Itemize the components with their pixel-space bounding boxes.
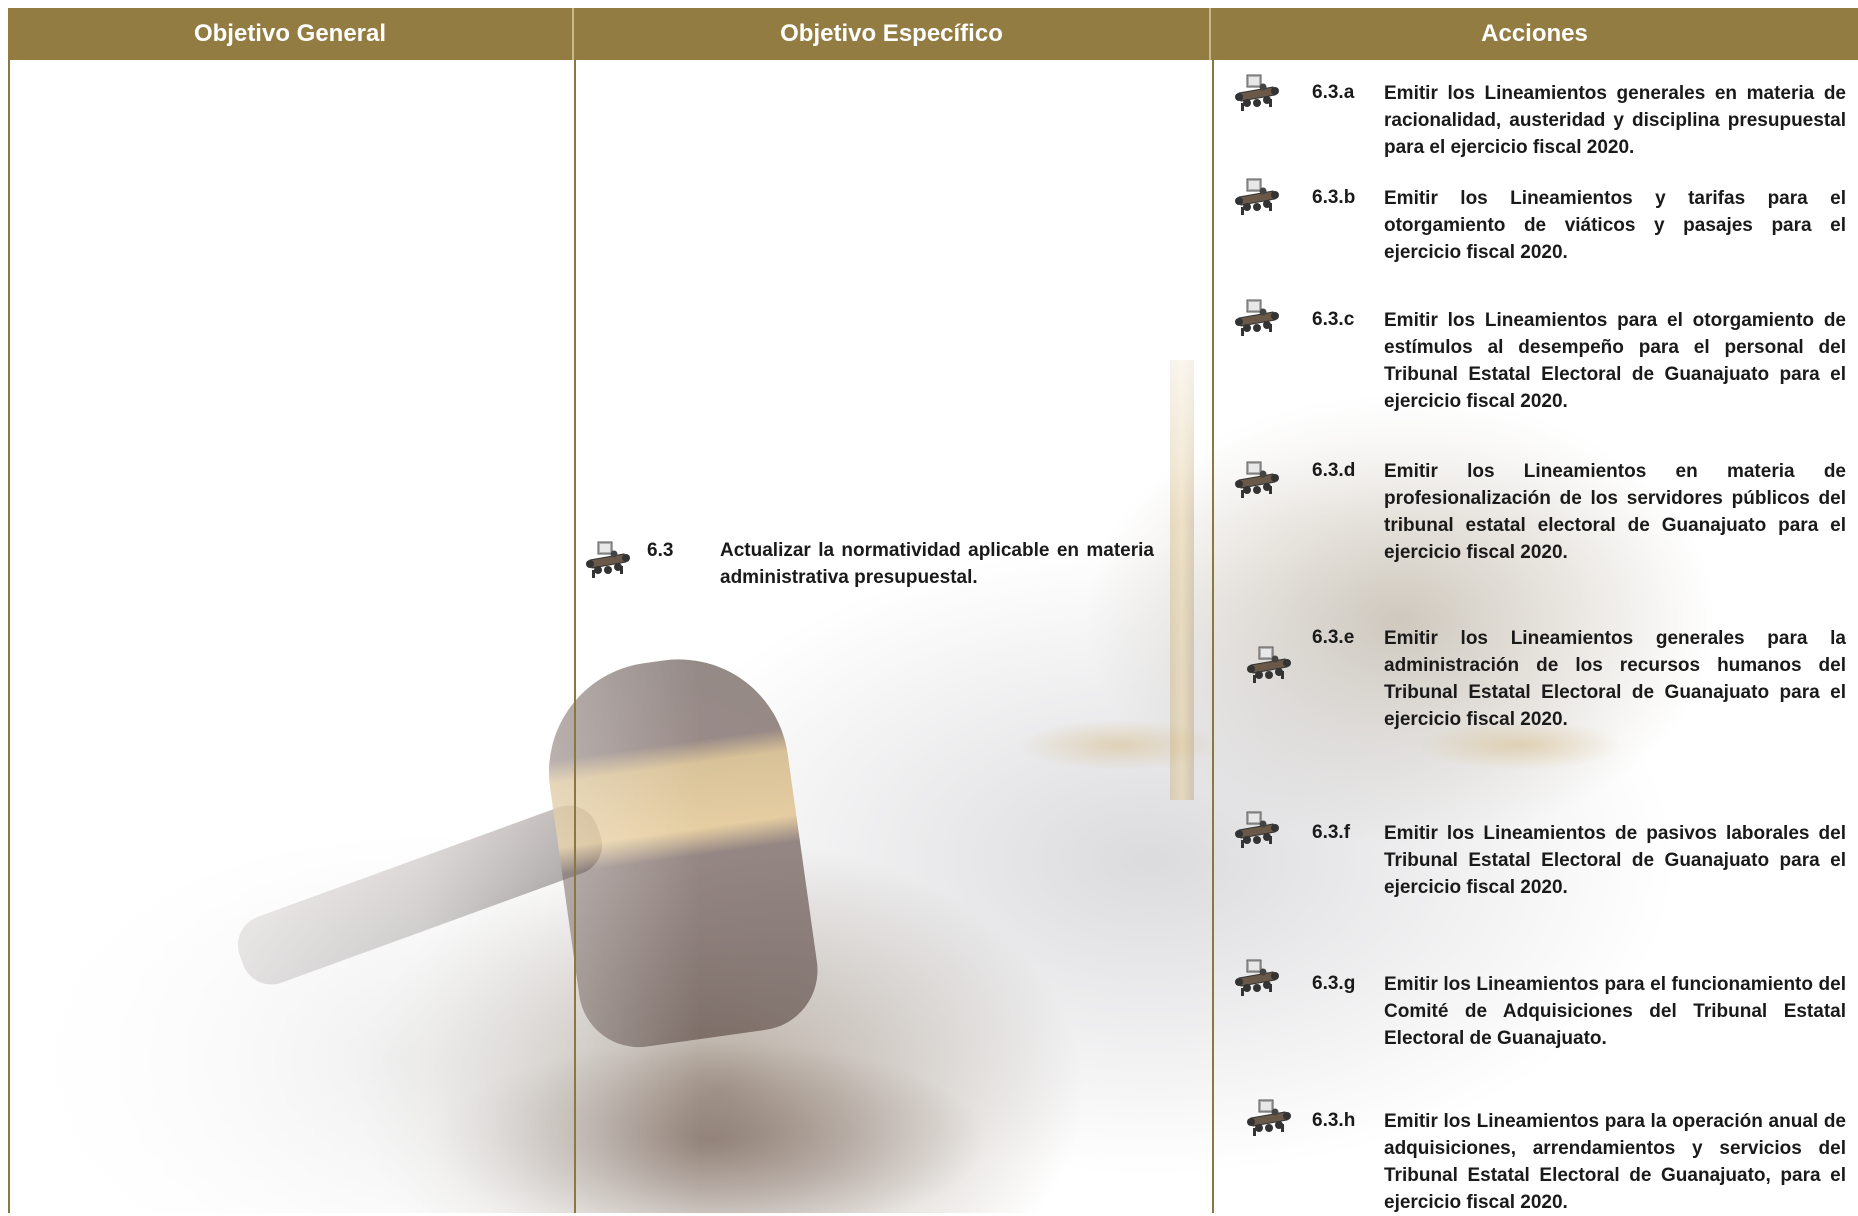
action-id: 6.3.b [1312,187,1356,208]
action-text: Emitir los Lineamientos para el otorgami… [1384,310,1846,412]
meeting-table-icon [1234,178,1279,216]
action-id: 6.3.e [1312,627,1355,648]
action-id: 6.3.f [1312,822,1351,843]
action-text: Emitir los Lineamientos en materia de pr… [1384,461,1846,563]
column-divider [574,60,576,1213]
action-id: 6.3.c [1312,309,1355,330]
specific-objective-text: Actualizar la normatividad aplicable en … [720,540,1154,588]
meeting-table-icon [1234,74,1279,112]
meeting-table-icon [1246,1099,1291,1137]
column-divider [8,60,10,1213]
header-acciones: Acciones [1481,20,1588,47]
specific-objective-number: 6.3 [647,540,674,561]
meeting-table-icon [585,541,630,579]
action-text: Emitir los Lineamientos generales en mat… [1384,83,1846,158]
action-text: Emitir los Lineamientos para la operació… [1384,1111,1846,1213]
action-text: Emitir los Lineamientos generales para l… [1384,628,1846,730]
action-id: 6.3.a [1312,82,1355,103]
table-header: Objetivo General Objetivo Específico Acc… [8,8,1858,60]
meeting-table-icon [1246,646,1291,684]
meeting-table-icon [1234,959,1279,997]
action-text: Emitir los Lineamientos de pasivos labor… [1384,823,1846,898]
meeting-table-icon [1234,461,1279,499]
action-text: Emitir los Lineamientos para el funciona… [1384,974,1846,1049]
meeting-table-icon [1234,299,1279,337]
meeting-table-icon [1234,811,1279,849]
action-text: Emitir los Lineamientos y tarifas para e… [1384,188,1846,263]
column-divider [1212,60,1214,1213]
action-id: 6.3.h [1312,1110,1356,1131]
header-objetivo-general: Objetivo General [8,8,574,60]
action-id: 6.3.g [1312,973,1356,994]
header-objetivo-especifico: Objetivo Específico [574,8,1211,60]
action-id: 6.3.d [1312,460,1356,481]
